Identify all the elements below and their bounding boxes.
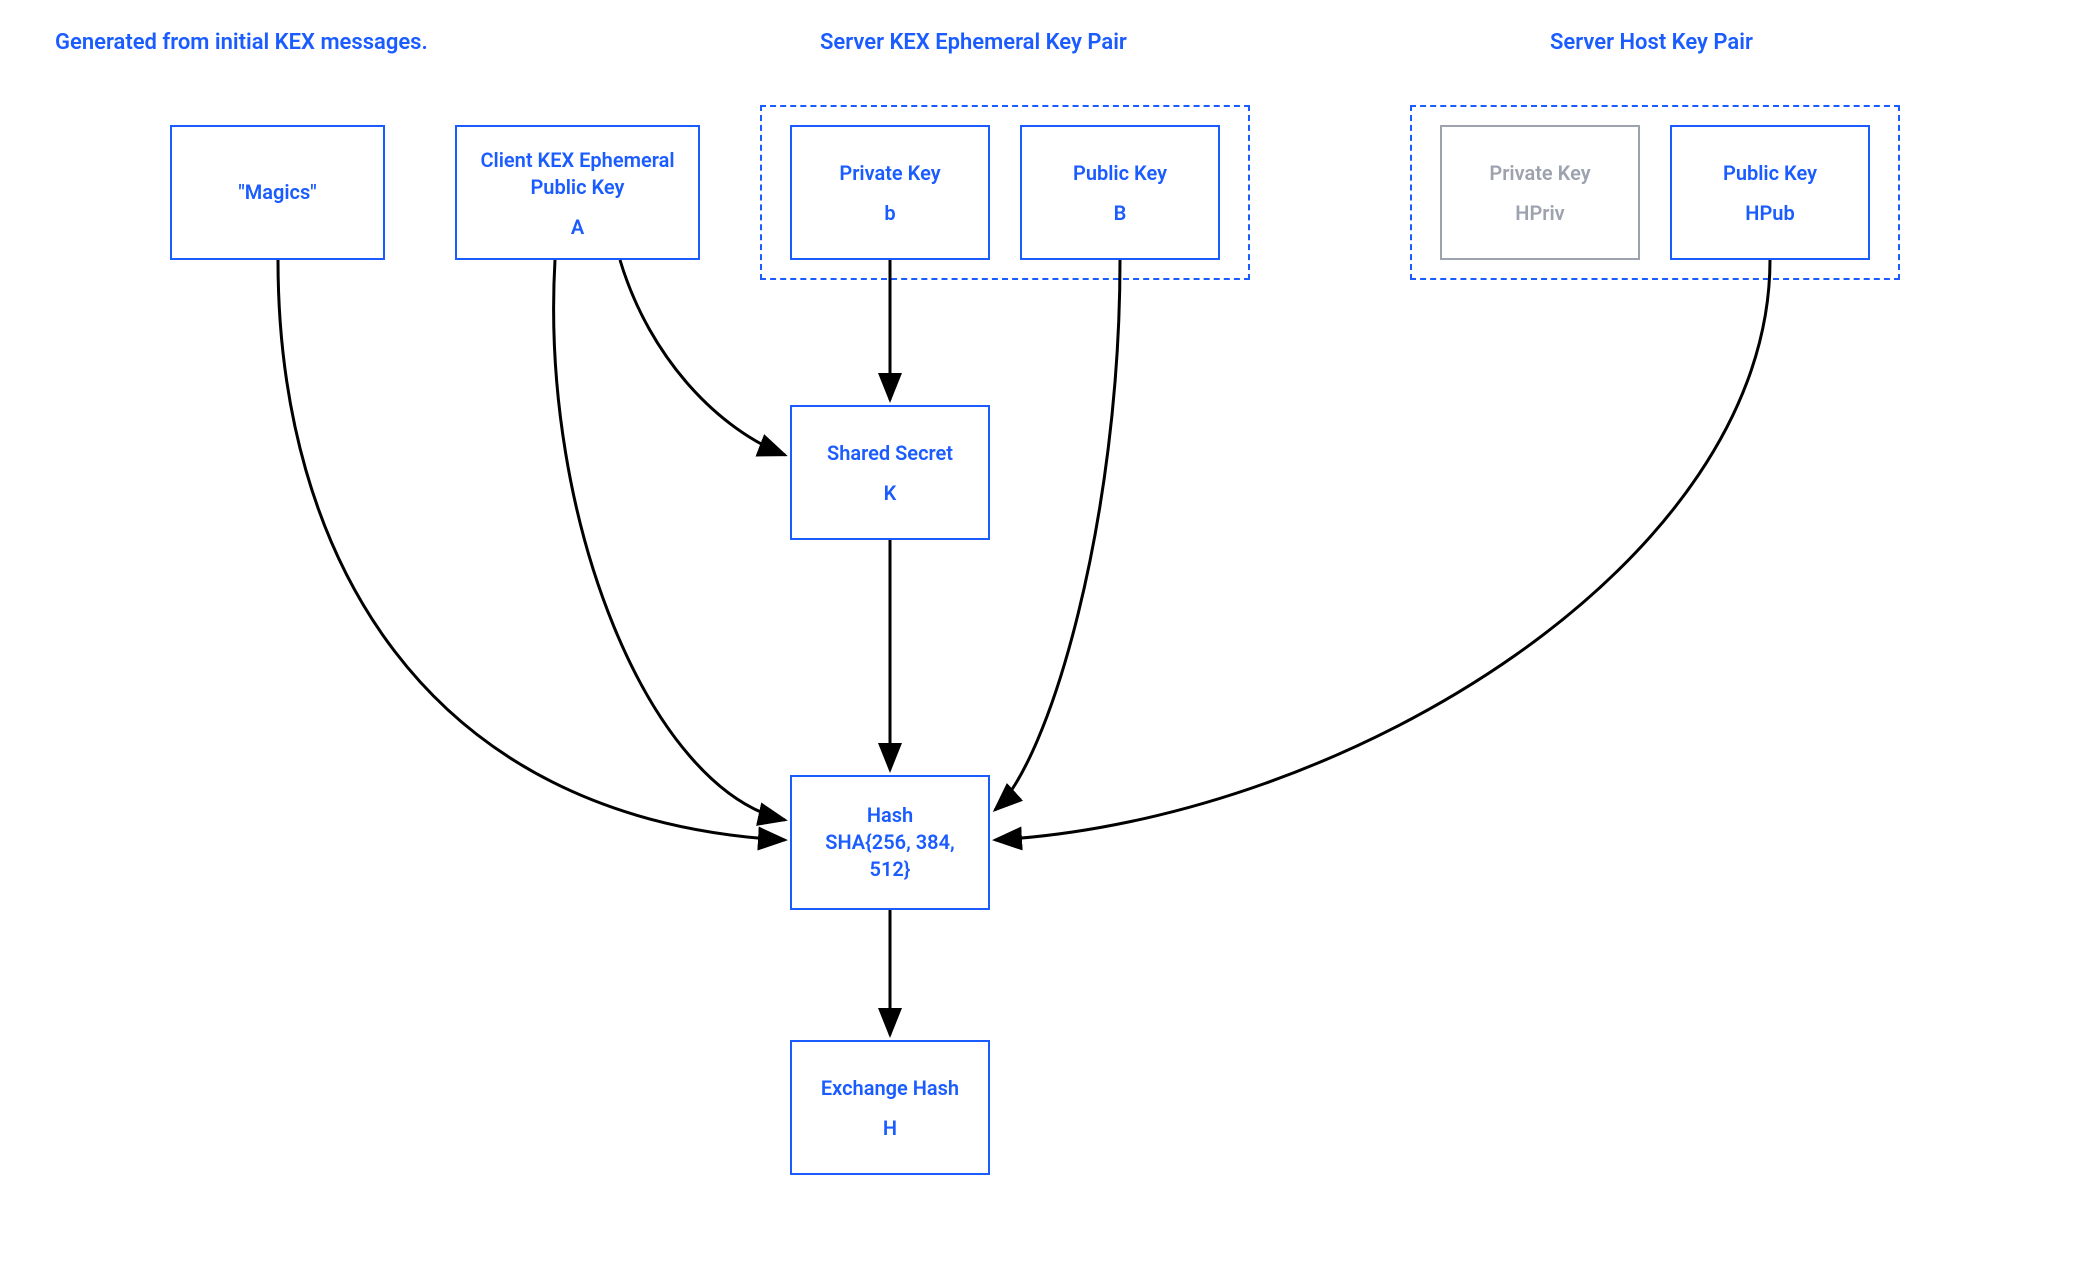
box-client-kex: Client KEX EphemeralPublic Key A [455, 125, 700, 260]
label-hpriv: Private Key [1489, 160, 1590, 187]
label-magics: "Magics" [238, 179, 316, 206]
sublabel-hpriv: HPriv [1515, 201, 1564, 225]
box-hash: HashSHA{256, 384, 512} [790, 775, 990, 910]
sublabel-public-key-B: B [1114, 201, 1127, 225]
label-hpub: Public Key [1723, 160, 1817, 187]
sublabel-private-key-b: b [884, 201, 895, 225]
box-magics: "Magics" [170, 125, 385, 260]
arrow-hpub-to-hash [995, 260, 1770, 840]
arrow-clientkex-to-shared [620, 260, 785, 455]
title-left: Generated from initial KEX messages. [55, 30, 428, 55]
arrow-clientkex-to-hash [554, 260, 785, 820]
box-exchange-hash: Exchange Hash H [790, 1040, 990, 1175]
box-hpub: Public Key HPub [1670, 125, 1870, 260]
sublabel-client-kex: A [571, 215, 584, 239]
sublabel-hpub: HPub [1745, 201, 1794, 225]
label-public-key-B: Public Key [1073, 160, 1167, 187]
title-mid: Server KEX Ephemeral Key Pair [820, 30, 1127, 55]
arrow-magics-to-hash [278, 260, 785, 840]
box-shared-secret: Shared Secret K [790, 405, 990, 540]
sublabel-exchange-hash: H [883, 1116, 897, 1140]
label-hash: HashSHA{256, 384, 512} [804, 802, 976, 883]
label-private-key-b: Private Key [839, 160, 940, 187]
box-public-key-B: Public Key B [1020, 125, 1220, 260]
label-client-kex: Client KEX EphemeralPublic Key [480, 147, 674, 201]
sublabel-shared-secret: K [884, 481, 897, 505]
arrow-pubB-to-hash [995, 260, 1120, 810]
label-exchange-hash: Exchange Hash [821, 1075, 959, 1102]
label-shared-secret: Shared Secret [827, 440, 953, 467]
title-right: Server Host Key Pair [1550, 30, 1753, 55]
box-hpriv: Private Key HPriv [1440, 125, 1640, 260]
box-private-key-b: Private Key b [790, 125, 990, 260]
